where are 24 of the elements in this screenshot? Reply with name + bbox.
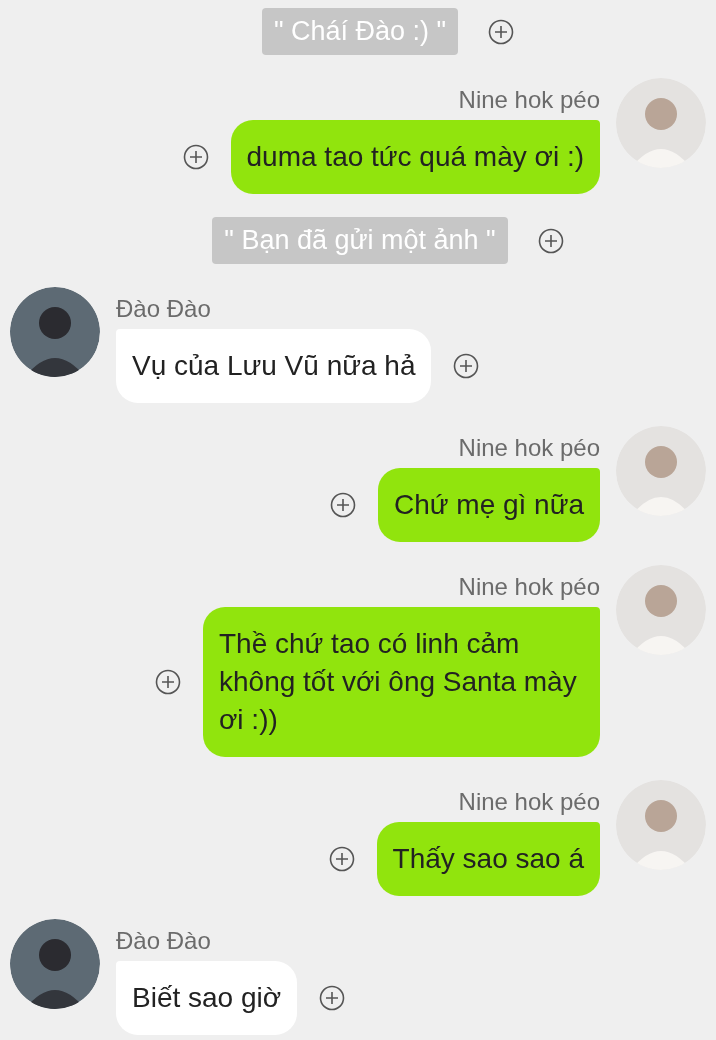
add-icon[interactable]: [182, 144, 209, 170]
add-icon[interactable]: [453, 353, 480, 379]
avatar[interactable]: [10, 287, 100, 377]
avatar[interactable]: [10, 919, 100, 1009]
add-icon[interactable]: [488, 18, 515, 45]
add-icon[interactable]: [330, 492, 356, 518]
add-icon[interactable]: [155, 669, 181, 695]
sender-name: Nine hok péo: [458, 573, 600, 601]
add-icon[interactable]: [537, 227, 564, 254]
sender-name: Đào Đào: [116, 295, 211, 323]
sender-name: Đào Đào: [116, 927, 211, 955]
message-bubble: duma tao tức quá mày ơi :): [230, 120, 600, 194]
sender-name: Nine hok péo: [458, 434, 600, 462]
message-bubble: Biết sao giờ: [116, 961, 298, 1035]
message-bubble: Thề chứ tao có linh cảm không tốt với ông Santa mày ơi :)): [203, 607, 600, 757]
system-notice: " Bạn đã gửi một ảnh ": [212, 217, 508, 264]
message-bubble: Chứ mẹ gì nữa: [378, 468, 600, 542]
sender-name: Nine hok péo: [458, 788, 600, 816]
sender-name: Nine hok péo: [458, 86, 600, 114]
message-bubble: Vụ của Lưu Vũ nữa hả: [116, 329, 432, 403]
add-icon[interactable]: [328, 846, 355, 872]
message-bubble: Thấy sao sao á: [376, 822, 600, 896]
system-notice: " Cháí Đào :) ": [261, 8, 459, 55]
add-icon[interactable]: [319, 985, 346, 1011]
